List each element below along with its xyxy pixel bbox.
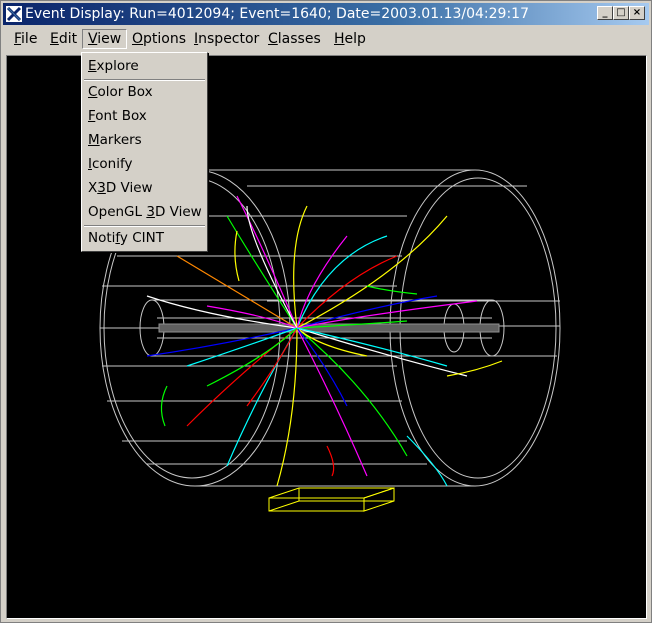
menu-file-label: ile (21, 31, 38, 47)
opengl-mnemonic: 3 (146, 204, 155, 220)
opengl-pre: OpenGL (88, 204, 147, 220)
explore-label: xplore (96, 58, 139, 74)
window-title: Event Display: Run=4012094; Event=1640; … (25, 6, 529, 22)
menu-options-label: ptions (143, 31, 187, 47)
root-x-icon (6, 6, 22, 22)
menu-classes[interactable]: Classes (263, 29, 326, 49)
minimize-button[interactable]: _ (597, 6, 613, 20)
event-display-window: Event Display: Run=4012094; Event=1640; … (0, 0, 652, 623)
menu-inspector-label: nspector (198, 31, 260, 47)
view-menu-explore[interactable]: Explore (83, 55, 206, 77)
menu-bar: File Edit View Options Inspector Classes… (3, 27, 649, 51)
view-menu-font-box[interactable]: Font Box (83, 105, 206, 127)
menu-inspector[interactable]: Inspector (189, 29, 264, 49)
menu-edit-mnemonic: E (50, 31, 59, 47)
notify-pre: Noti (88, 230, 116, 246)
menu-file-mnemonic: F (14, 31, 22, 47)
color-box-label: olor Box (97, 84, 153, 100)
view-menu-opengl-3d-view[interactable]: OpenGL 3D View (83, 201, 206, 223)
title-bar[interactable]: Event Display: Run=4012094; Event=1640; … (3, 3, 649, 25)
x3d-mnemonic: 3 (97, 180, 106, 196)
view-menu-notify-cint[interactable]: Notify CINT (83, 227, 206, 249)
markers-mnemonic: M (88, 132, 100, 148)
menu-help-mnemonic: H (334, 31, 345, 47)
menu-edit-label: dit (58, 31, 78, 47)
view-menu-color-box[interactable]: Color Box (83, 81, 206, 103)
close-button[interactable]: × (629, 6, 645, 20)
menu-view[interactable]: View (82, 29, 128, 49)
calorimeter-box (268, 487, 395, 512)
view-menu-iconify[interactable]: Iconify (83, 153, 206, 175)
iconify-label: conify (91, 156, 133, 172)
view-menu-markers[interactable]: Markers (83, 129, 206, 151)
font-box-label: ont Box (95, 108, 147, 124)
menu-view-label: iew (97, 31, 122, 47)
menu-view-mnemonic: V (88, 31, 98, 47)
maximize-button[interactable]: □ (613, 6, 629, 20)
menu-classes-label: lasses (277, 31, 321, 47)
explore-mnemonic: E (88, 58, 97, 74)
x3d-label: D View (105, 180, 153, 196)
markers-label: arkers (99, 132, 142, 148)
menu-edit[interactable]: Edit (45, 29, 82, 49)
menu-file[interactable]: File (9, 29, 42, 49)
notify-label: y CINT (119, 230, 164, 246)
menu-classes-mnemonic: C (268, 31, 278, 47)
opengl-label: D View (154, 204, 202, 220)
menu-options-mnemonic: O (132, 31, 144, 47)
x3d-pre: X (88, 180, 98, 196)
view-menu-x3d-view[interactable]: X3D View (83, 177, 206, 199)
menu-options[interactable]: Options (127, 29, 191, 49)
view-menu-dropdown: Explore Color Box Font Box Markers Iconi… (81, 52, 208, 252)
menu-help-label: elp (344, 31, 366, 47)
menu-help[interactable]: Help (329, 29, 371, 49)
